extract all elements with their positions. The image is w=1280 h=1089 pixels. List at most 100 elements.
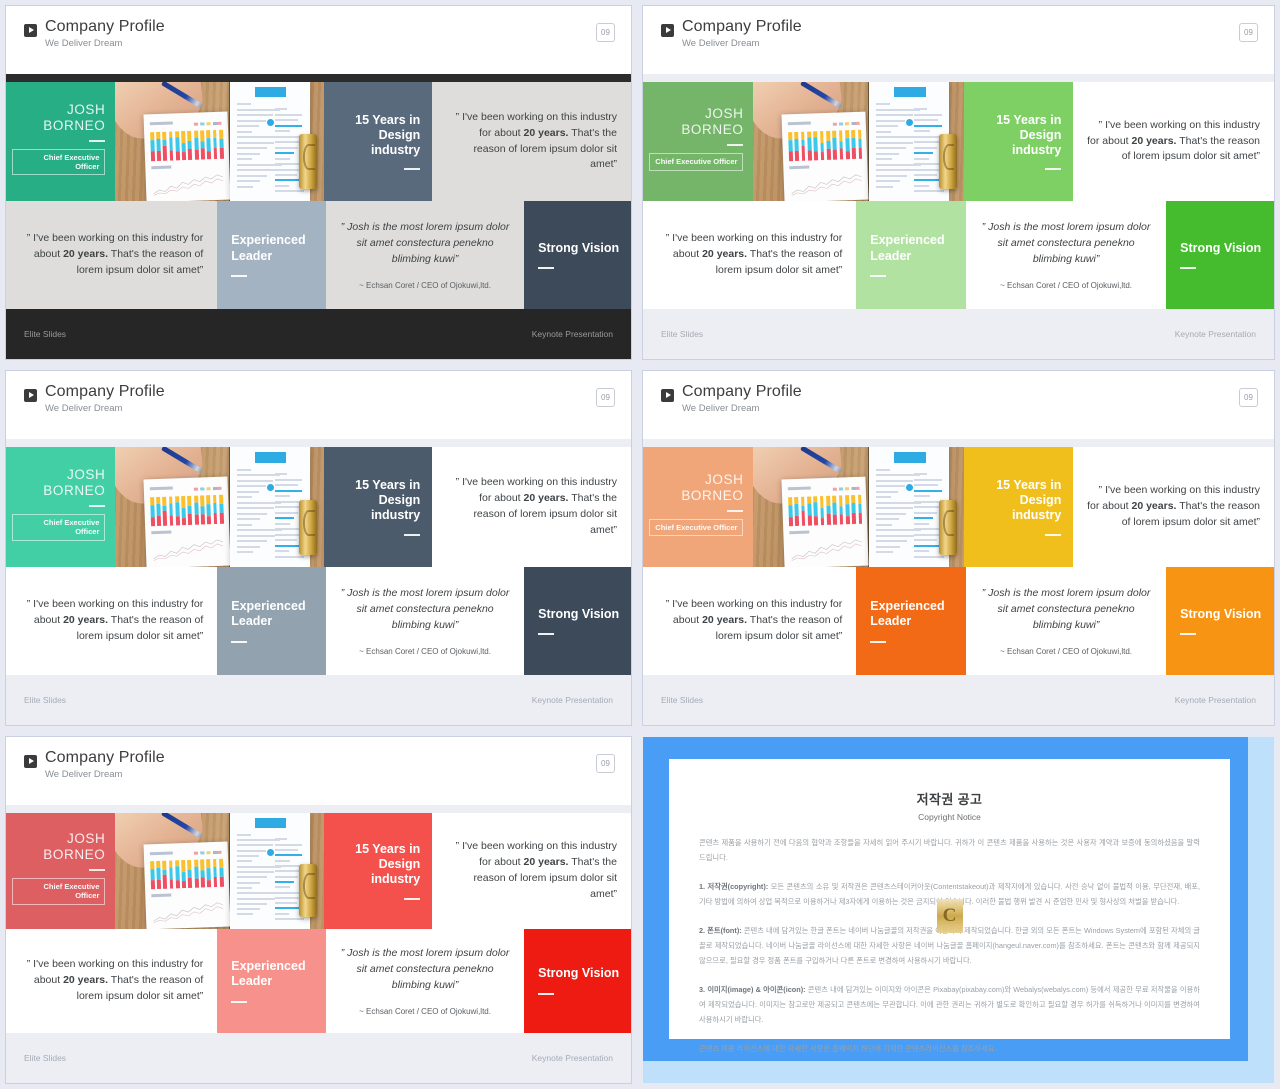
experienced-card: Experienced Leader bbox=[856, 201, 967, 309]
experienced-divider bbox=[231, 1000, 248, 1003]
page-number-badge: 09 bbox=[1239, 388, 1258, 407]
testimonial-attribution: ~ Echsan Coret / CEO of Ojokuwi,ltd. bbox=[359, 646, 491, 656]
testimonial-attribution: ~ Echsan Coret / CEO of Ojokuwi,ltd. bbox=[359, 281, 491, 291]
photo-collage bbox=[115, 82, 325, 202]
person-card: JOSH BORNEO Chief Executive Officer bbox=[643, 447, 754, 567]
name-divider bbox=[89, 139, 106, 142]
slide-green-light[interactable]: Company Profile We Deliver Dream 09 JOSH… bbox=[643, 6, 1274, 359]
years-divider bbox=[404, 897, 421, 900]
photo-collage bbox=[115, 813, 325, 929]
years-divider bbox=[404, 533, 421, 536]
years-card: 15 Years in Design industry bbox=[964, 447, 1074, 567]
years-title: 15 Years in Design industry bbox=[355, 477, 421, 523]
footer-right: Keynote Presentation bbox=[531, 695, 613, 705]
years-card: 15 Years in Design industry bbox=[964, 82, 1074, 202]
vision-divider bbox=[1180, 633, 1197, 636]
testimonial-card: ” Josh is the most lorem ipsum dolor sit… bbox=[966, 201, 1167, 309]
experienced-card: Experienced Leader bbox=[217, 928, 326, 1033]
quote-top: ” I've been working on this industry for… bbox=[1073, 82, 1274, 202]
page-subtitle: We Deliver Dream bbox=[45, 38, 123, 50]
page-title: Company Profile bbox=[682, 18, 802, 35]
person-first-name: JOSH bbox=[705, 106, 744, 122]
play-icon bbox=[661, 389, 674, 402]
copyright-accent-bottom bbox=[643, 1061, 1274, 1083]
testimonial-attribution: ~ Echsan Coret / CEO of Ojokuwi,ltd. bbox=[1000, 646, 1132, 656]
vision-title: Strong Vision bbox=[1180, 240, 1262, 255]
copyright-subtitle: Copyright Notice bbox=[918, 812, 981, 822]
vision-title: Strong Vision bbox=[1180, 606, 1262, 621]
footer-left: Elite Slides bbox=[24, 329, 67, 339]
quote-bottom: ” I've been working on this industry for… bbox=[643, 566, 857, 675]
quote-bottom-text: ” I've been working on this industry for… bbox=[26, 232, 204, 276]
person-first-name: JOSH bbox=[66, 101, 106, 117]
copyright-slide[interactable]: 저작권 공고 Copyright Notice 콘텐츠 제품을 사용하기 전에 … bbox=[643, 737, 1274, 1083]
quote-bottom: ” I've been working on this industry for… bbox=[6, 928, 218, 1033]
copyright-title: 저작권 공고 bbox=[916, 792, 983, 807]
slide-red[interactable]: Company Profile We Deliver Dream 09 JOSH… bbox=[6, 737, 631, 1083]
testimonial-card: ” Josh is the most lorem ipsum dolor sit… bbox=[326, 566, 525, 675]
years-title: 15 Years in Design industry bbox=[355, 112, 421, 158]
slide-teal[interactable]: Company Profile We Deliver Dream 09 JOSH… bbox=[6, 371, 631, 725]
person-first-name: JOSH bbox=[66, 830, 106, 846]
experienced-card: Experienced Leader bbox=[856, 566, 967, 675]
header-divider bbox=[6, 74, 631, 82]
experienced-card: Experienced Leader bbox=[217, 201, 326, 309]
years-divider bbox=[404, 168, 421, 171]
name-divider bbox=[89, 868, 106, 871]
vision-divider bbox=[1180, 267, 1197, 270]
footer-right: Keynote Presentation bbox=[1174, 695, 1256, 705]
person-role: Chief Executive Officer bbox=[12, 148, 106, 176]
play-icon bbox=[24, 389, 37, 402]
page-number-badge: 09 bbox=[1239, 23, 1258, 42]
slide-green-dark[interactable]: Company Profile We Deliver Dream 09 JOSH… bbox=[6, 6, 631, 359]
quote-bottom: ” I've been working on this industry for… bbox=[6, 566, 218, 675]
testimonial-attribution: ~ Echsan Coret / CEO of Ojokuwi,ltd. bbox=[1000, 281, 1132, 291]
vision-title: Strong Vision bbox=[538, 966, 620, 981]
quote-top: ” I've been working on this industry for… bbox=[432, 82, 631, 202]
content-band: JOSH BORNEO Chief Executive Officer 15 Ye… bbox=[643, 447, 1274, 675]
play-icon bbox=[24, 755, 37, 768]
slide-header: Company Profile We Deliver Dream 09 bbox=[6, 6, 631, 74]
quote-bottom-text: ” I've been working on this industry for… bbox=[665, 598, 843, 642]
quote-bottom: ” I've been working on this industry for… bbox=[643, 201, 857, 309]
person-card: JOSH BORNEO Chief Executive Officer bbox=[6, 447, 116, 567]
quote-top-text: ” I've been working on this industry for… bbox=[1087, 118, 1260, 163]
person-last-name: BORNEO bbox=[43, 117, 106, 133]
page-number-badge: 09 bbox=[596, 23, 615, 42]
experienced-divider bbox=[870, 275, 887, 278]
content-band: JOSH BORNEO Chief Executive Officer 15 Ye… bbox=[643, 82, 1274, 309]
testimonial-card: ” Josh is the most lorem ipsum dolor sit… bbox=[326, 201, 525, 309]
vision-card: Strong Vision bbox=[524, 928, 631, 1033]
quote-top-text: ” I've been working on this industry for… bbox=[455, 111, 617, 171]
page-number-badge: 09 bbox=[596, 388, 615, 407]
photo-collage bbox=[115, 447, 325, 567]
years-divider bbox=[1045, 168, 1062, 171]
quote-top-text: ” I've been working on this industry for… bbox=[455, 840, 617, 900]
header-divider bbox=[643, 74, 1274, 82]
vision-title: Strong Vision bbox=[538, 606, 620, 621]
copyright-page: 저작권 공고 Copyright Notice 콘텐츠 제품을 사용하기 전에 … bbox=[669, 759, 1230, 1053]
quote-bottom-text: ” I've been working on this industry for… bbox=[665, 232, 843, 276]
footer-left: Elite Slides bbox=[24, 695, 67, 705]
header-divider bbox=[6, 805, 631, 813]
years-title: 15 Years in Design industry bbox=[996, 112, 1062, 158]
testimonial-text: ” Josh is the most lorem ipsum dolor sit… bbox=[981, 221, 1151, 266]
quote-top: ” I've been working on this industry for… bbox=[432, 447, 631, 567]
years-card: 15 Years in Design industry bbox=[324, 813, 433, 929]
slide-orange[interactable]: Company Profile We Deliver Dream 09 JOSH… bbox=[643, 371, 1274, 725]
slide-header: Company Profile We Deliver Dream 09 bbox=[6, 737, 631, 805]
experienced-card: Experienced Leader bbox=[217, 566, 326, 675]
quote-top-text: ” I've been working on this industry for… bbox=[1087, 484, 1260, 528]
person-first-name: JOSH bbox=[705, 471, 744, 487]
testimonial-text: ” Josh is the most lorem ipsum dolor sit… bbox=[340, 946, 510, 991]
quote-top-text: ” I've been working on this industry for… bbox=[455, 476, 617, 536]
copyright-intro: 콘텐츠 제품을 사용하기 전에 다음의 협약과 조항들을 자세히 읽어 주시기 … bbox=[699, 838, 1200, 862]
header-divider bbox=[6, 439, 631, 447]
play-icon bbox=[24, 24, 37, 37]
footer-left: Elite Slides bbox=[661, 695, 704, 705]
vision-divider bbox=[538, 267, 555, 270]
slide-header: Company Profile We Deliver Dream 09 bbox=[643, 6, 1274, 74]
experienced-title: Experienced Leader bbox=[231, 598, 306, 629]
slide-footer: Elite Slides Keynote Presentation bbox=[6, 675, 631, 725]
experienced-title: Experienced Leader bbox=[231, 232, 306, 263]
